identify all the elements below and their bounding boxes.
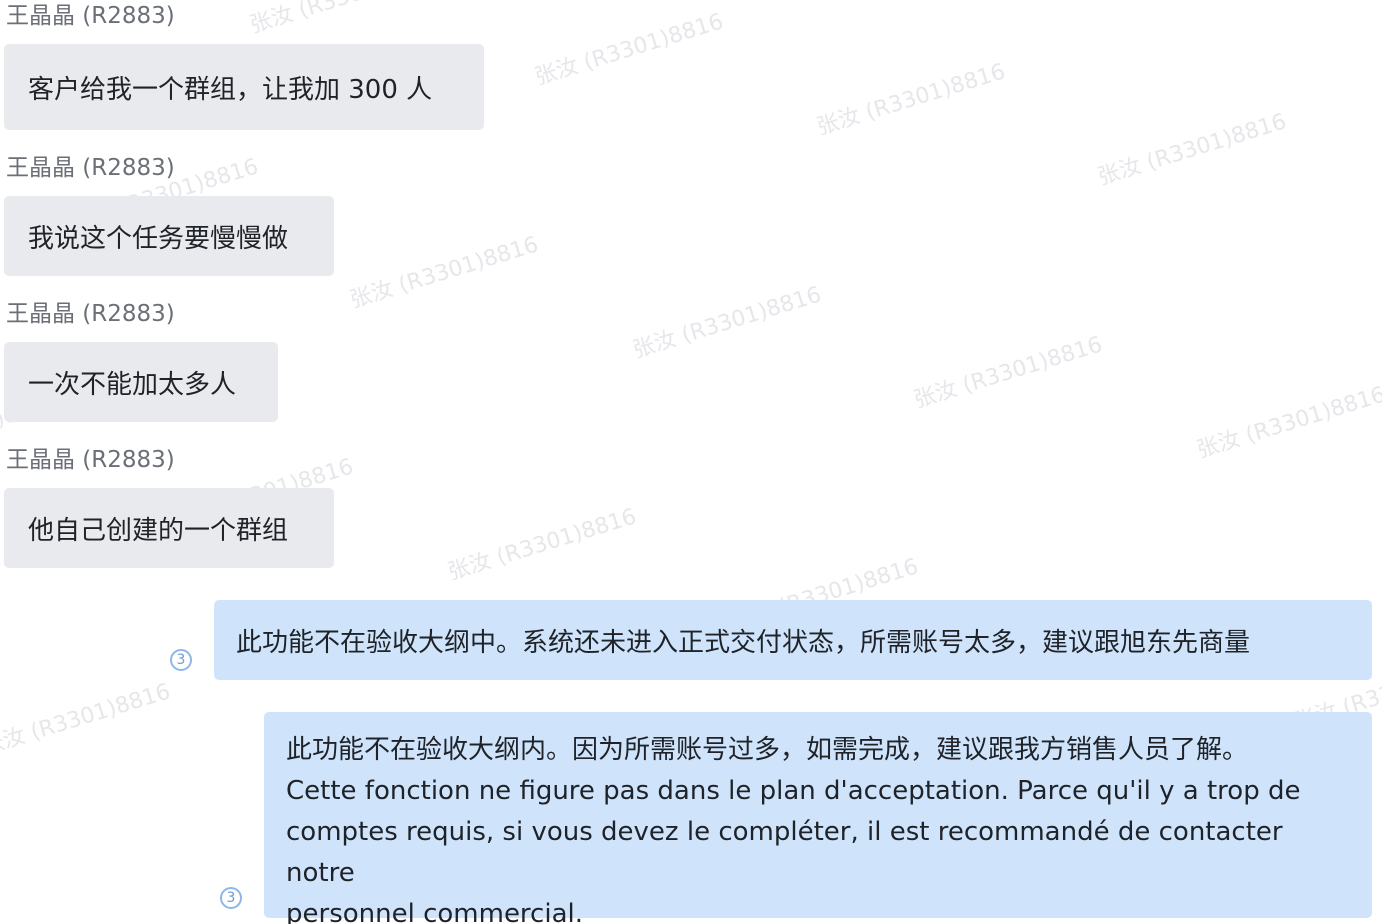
watermark: 张汝 (R3301)8816 bbox=[0, 679, 174, 761]
watermark: 张汝 (R3301)8816 bbox=[245, 0, 441, 39]
watermark: 张汝 (R3301)8816 bbox=[630, 282, 825, 364]
message-text: 一次不能加太多人 bbox=[28, 369, 237, 400]
read-count-badge[interactable]: 3 bbox=[170, 649, 192, 671]
watermark: 张汝 (R3301)8816 bbox=[445, 504, 640, 586]
message-bubble-outgoing[interactable]: 此功能不在验收大纲内。因为所需账号过多，如需完成，建议跟我方销售人员了解。 Ce… bbox=[264, 712, 1372, 924]
message-bubble-incoming[interactable]: 客户给我一个群组，让我加 300 人 bbox=[4, 44, 484, 130]
message-text-line: 此功能不在验收大纲内。因为所需账号过多，如需完成，建议跟我方销售人员了解。 bbox=[286, 735, 1249, 765]
message-text: 此功能不在验收大纲中。系统还未进入正式交付状态，所需账号太多，建议跟旭东先商量 bbox=[236, 627, 1251, 658]
read-count-badge[interactable]: 3 bbox=[220, 887, 242, 909]
message-text-line: Cette fonction ne figure pas dans le pla… bbox=[286, 776, 1301, 806]
message-text-line: personnel commercial. bbox=[286, 899, 583, 924]
message-sender: 王晶晶 (R2883) bbox=[6, 155, 175, 181]
chat-message-list: 张汝 (R3301)8816 张汝 (R3301)8816 张汝 (R3301)… bbox=[0, 0, 1382, 924]
message-sender: 王晶晶 (R2883) bbox=[6, 3, 175, 29]
message-text: 他自己创建的一个群组 bbox=[28, 515, 289, 546]
message-sender: 王晶晶 (R2883) bbox=[6, 447, 175, 473]
message-sender: 王晶晶 (R2883) bbox=[6, 301, 175, 327]
message-bubble-incoming[interactable]: 他自己创建的一个群组 bbox=[4, 488, 334, 568]
watermark: 张汝 (R3301)8816 bbox=[1095, 109, 1290, 191]
watermark: 张汝 (R3301)8816 bbox=[1194, 382, 1382, 464]
message-text-line: comptes requis, si vous devez le complét… bbox=[286, 817, 1283, 888]
watermark: 张汝 (R3301)8816 bbox=[532, 9, 727, 91]
message-text: 客户给我一个群组，让我加 300 人 bbox=[28, 74, 433, 105]
message-bubble-incoming[interactable]: 我说这个任务要慢慢做 bbox=[4, 196, 334, 276]
message-bubble-outgoing[interactable]: 此功能不在验收大纲中。系统还未进入正式交付状态，所需账号太多，建议跟旭东先商量 bbox=[214, 600, 1372, 680]
message-text: 我说这个任务要慢慢做 bbox=[28, 223, 289, 254]
watermark: 张汝 (R3301)8816 bbox=[347, 232, 542, 314]
watermark: 张汝 (R3301)8816 bbox=[814, 59, 1009, 141]
watermark: 张汝 (R3301)8816 bbox=[911, 332, 1106, 414]
message-bubble-incoming[interactable]: 一次不能加太多人 bbox=[4, 342, 278, 422]
